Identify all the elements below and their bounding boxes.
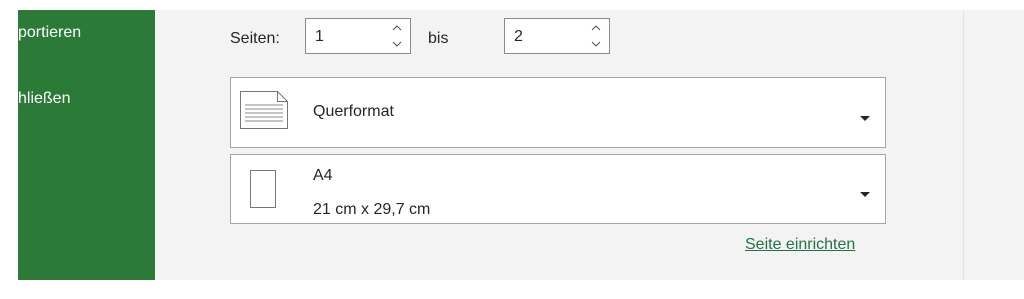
page-setup-link[interactable]: Seite einrichten [745, 236, 855, 254]
pages-label: Seiten: [230, 30, 280, 47]
orientation-value: Querformat [313, 103, 394, 120]
print-backstage: portieren hließen Seiten: 1 bis 2 Querfo… [18, 10, 1024, 280]
pages-to-value[interactable]: 2 [514, 28, 523, 46]
pages-from-value[interactable]: 1 [315, 28, 324, 46]
dropdown-arrow-icon [859, 186, 871, 197]
chevron-down-icon[interactable] [589, 37, 603, 51]
pages-to-stepper[interactable]: 2 [504, 18, 610, 54]
chevron-down-icon[interactable] [390, 37, 404, 51]
paper-size-dimensions: 21 cm x 29,7 cm [313, 201, 431, 218]
backstage-sidebar: portieren hließen [18, 10, 155, 280]
landscape-page-icon [239, 90, 289, 135]
pages-to-label: bis [428, 30, 449, 47]
chevron-up-icon[interactable] [390, 21, 404, 35]
paper-size-name: A4 [313, 167, 333, 184]
pages-from-stepper[interactable]: 1 [305, 18, 411, 54]
orientation-dropdown[interactable]: Querformat [230, 77, 886, 148]
preview-divider [963, 10, 964, 280]
sidebar-item-export[interactable]: portieren [18, 24, 81, 42]
portrait-page-icon [249, 169, 277, 214]
paper-size-dropdown[interactable]: A4 21 cm x 29,7 cm [230, 154, 886, 224]
chevron-up-icon[interactable] [589, 21, 603, 35]
sidebar-item-close[interactable]: hließen [18, 90, 70, 108]
dropdown-arrow-icon [859, 110, 871, 121]
